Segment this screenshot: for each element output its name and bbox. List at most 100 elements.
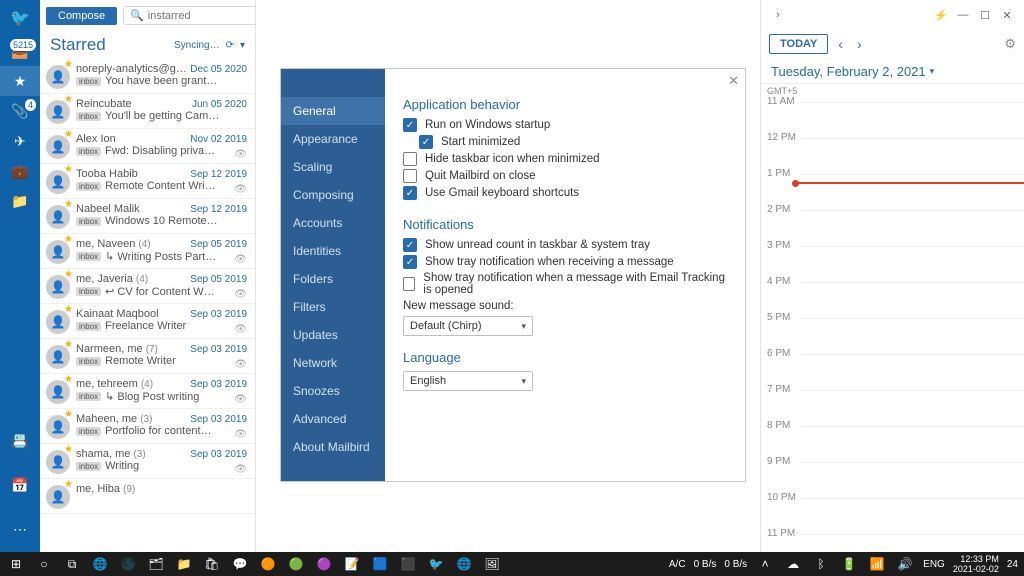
dialog-close-button[interactable]: ✕ xyxy=(728,73,739,89)
lightning-icon[interactable]: ⚡ xyxy=(932,6,950,24)
app-icon[interactable]: ⬛ xyxy=(398,554,418,574)
rail-contacts[interactable]: 📇 xyxy=(0,426,40,456)
message-row[interactable]: 👤★me, Naveen (4)Sep 05 2019inbox↳ Writin… xyxy=(40,234,255,269)
star-icon[interactable]: ★ xyxy=(64,444,73,455)
star-icon[interactable]: ★ xyxy=(64,339,73,350)
star-icon[interactable]: ★ xyxy=(64,164,73,175)
message-row[interactable]: 👤★Reincubate Jun 05 2020inboxYou'll be g… xyxy=(40,94,255,129)
message-row[interactable]: 👤★Nabeel Malik Sep 12 2019inboxWindows 1… xyxy=(40,199,255,234)
clock[interactable]: 12:33 PM 2021-02-02 xyxy=(953,554,999,574)
tray-overflow-icon[interactable]: ˄ xyxy=(755,554,775,574)
dropdown-icon[interactable]: ▾ xyxy=(240,40,245,51)
start-button[interactable]: ⊞ xyxy=(6,554,26,574)
settings-tab-scaling[interactable]: Scaling xyxy=(281,153,385,181)
rail-folder[interactable]: 📁 xyxy=(0,186,40,216)
today-button[interactable]: TODAY xyxy=(769,34,828,54)
keyboard-indicator[interactable]: A/C xyxy=(669,559,686,570)
app-icon[interactable]: 🖼 xyxy=(482,554,502,574)
calendar-grid[interactable]: GMT+5 11 AM12 PM1 PM2 PM3 PM4 PM5 PM6 PM… xyxy=(761,83,1024,552)
rail-inbox[interactable]: 📥5215 xyxy=(0,36,40,66)
message-row[interactable]: 👤★me, Hiba (9) xyxy=(40,479,255,514)
prev-day-button[interactable]: ‹ xyxy=(834,36,847,52)
settings-tab-accounts[interactable]: Accounts xyxy=(281,209,385,237)
notification-count[interactable]: 24 xyxy=(1007,559,1018,570)
checkbox-tray-receive[interactable]: ✓ xyxy=(403,255,417,269)
message-row[interactable]: 👤★me, Javeria (4)Sep 05 2019inbox↩ CV fo… xyxy=(40,269,255,304)
bluetooth-icon[interactable]: ᛒ xyxy=(811,554,831,574)
rail-work[interactable]: 💼 xyxy=(0,156,40,186)
app-icon[interactable]: 🐦 xyxy=(426,554,446,574)
checkbox-hide-taskbar[interactable] xyxy=(403,152,417,166)
checkbox-gmail-keys[interactable]: ✓ xyxy=(403,186,417,200)
star-icon[interactable]: ★ xyxy=(64,94,73,105)
calendar-settings-icon[interactable]: ⚙ xyxy=(1004,36,1016,52)
cortana-icon[interactable]: ○ xyxy=(34,554,54,574)
message-row[interactable]: 👤★Maheen, me (3)Sep 03 2019inboxPortfoli… xyxy=(40,409,255,444)
app-icon[interactable]: 💬 xyxy=(230,554,250,574)
star-icon[interactable]: ★ xyxy=(64,304,73,315)
star-icon[interactable]: ★ xyxy=(64,234,73,245)
app-icon[interactable]: 🟦 xyxy=(370,554,390,574)
message-row[interactable]: 👤★Alex Ion Nov 02 2019inboxFwd: Disablin… xyxy=(40,129,255,164)
settings-tab-snoozes[interactable]: Snoozes xyxy=(281,377,385,405)
star-icon[interactable]: ★ xyxy=(64,479,73,490)
settings-tab-identities[interactable]: Identities xyxy=(281,237,385,265)
message-row[interactable]: 👤★me, tehreem (4)Sep 03 2019inbox↳ Blog … xyxy=(40,374,255,409)
app-icon[interactable]: 🛍 xyxy=(202,554,222,574)
checkbox-quit-close[interactable] xyxy=(403,169,417,183)
collapse-icon[interactable]: › xyxy=(769,6,787,24)
settings-tab-general[interactable]: General xyxy=(281,97,385,125)
settings-tab-composing[interactable]: Composing xyxy=(281,181,385,209)
star-icon[interactable]: ★ xyxy=(64,269,73,280)
checkbox-run-startup[interactable]: ✓ xyxy=(403,118,417,132)
compose-button[interactable]: Compose xyxy=(46,7,117,25)
rail-attachments[interactable]: 📎4 xyxy=(0,96,40,126)
settings-tab-folders[interactable]: Folders xyxy=(281,265,385,293)
refresh-icon[interactable]: ⟳ xyxy=(226,40,234,51)
star-icon[interactable]: ★ xyxy=(64,199,73,210)
rail-more[interactable]: ⋯ xyxy=(0,514,40,544)
maximize-button[interactable]: ☐ xyxy=(976,6,994,24)
select-sound[interactable]: Default (Chirp)▾ xyxy=(403,316,533,336)
volume-icon[interactable]: 🔊 xyxy=(895,554,915,574)
settings-tab-updates[interactable]: Updates xyxy=(281,321,385,349)
select-language[interactable]: English▾ xyxy=(403,371,533,391)
app-icon[interactable]: 🌐 xyxy=(90,554,110,574)
star-icon[interactable]: ★ xyxy=(64,129,73,140)
task-view-icon[interactable]: ⧉ xyxy=(62,554,82,574)
app-icon[interactable]: 📝 xyxy=(342,554,362,574)
input-lang[interactable]: ENG xyxy=(923,559,945,570)
checkbox-start-minimized[interactable]: ✓ xyxy=(419,135,433,149)
star-icon[interactable]: ★ xyxy=(64,59,73,70)
wifi-icon[interactable]: 📶 xyxy=(867,554,887,574)
message-row[interactable]: 👤★noreply-analytics@google.cor Dec 05 20… xyxy=(40,59,255,94)
rail-calendar[interactable]: 📅 xyxy=(0,470,40,500)
app-icon[interactable]: 🗂 xyxy=(146,554,166,574)
settings-tab-filters[interactable]: Filters xyxy=(281,293,385,321)
calendar-date[interactable]: Tuesday, February 2, 2021 ▾ xyxy=(761,58,1024,83)
close-button[interactable]: ✕ xyxy=(998,6,1016,24)
checkbox-tray-track[interactable] xyxy=(403,277,415,291)
app-icon[interactable]: 🌑 xyxy=(118,554,138,574)
settings-tab-advanced[interactable]: Advanced xyxy=(281,405,385,433)
message-row[interactable]: 👤★Tooba Habib Sep 12 2019inboxRemote Con… xyxy=(40,164,255,199)
minimize-button[interactable]: — xyxy=(954,6,972,24)
battery-icon[interactable]: 🔋 xyxy=(839,554,859,574)
star-icon[interactable]: ★ xyxy=(64,374,73,385)
app-icon[interactable]: 📁 xyxy=(174,554,194,574)
settings-tab-appearance[interactable]: Appearance xyxy=(281,125,385,153)
app-icon[interactable]: 🌐 xyxy=(454,554,474,574)
checkbox-unread-tray[interactable]: ✓ xyxy=(403,238,417,252)
rail-starred[interactable]: ★ xyxy=(0,66,40,96)
next-day-button[interactable]: › xyxy=(853,36,866,52)
star-icon[interactable]: ★ xyxy=(64,409,73,420)
settings-tab-network[interactable]: Network xyxy=(281,349,385,377)
message-row[interactable]: 👤★Narmeen, me (7)Sep 03 2019inboxRemote … xyxy=(40,339,255,374)
app-icon[interactable]: 🟣 xyxy=(314,554,334,574)
cloud-icon[interactable]: ☁ xyxy=(783,554,803,574)
message-row[interactable]: 👤★shama, me (3)Sep 03 2019inboxWriting👁 xyxy=(40,444,255,479)
app-icon[interactable]: 🟢 xyxy=(286,554,306,574)
app-icon[interactable]: 🟠 xyxy=(258,554,278,574)
message-row[interactable]: 👤★Kainaat Maqbool Sep 03 2019inboxFreela… xyxy=(40,304,255,339)
rail-sent[interactable]: ✈ xyxy=(0,126,40,156)
